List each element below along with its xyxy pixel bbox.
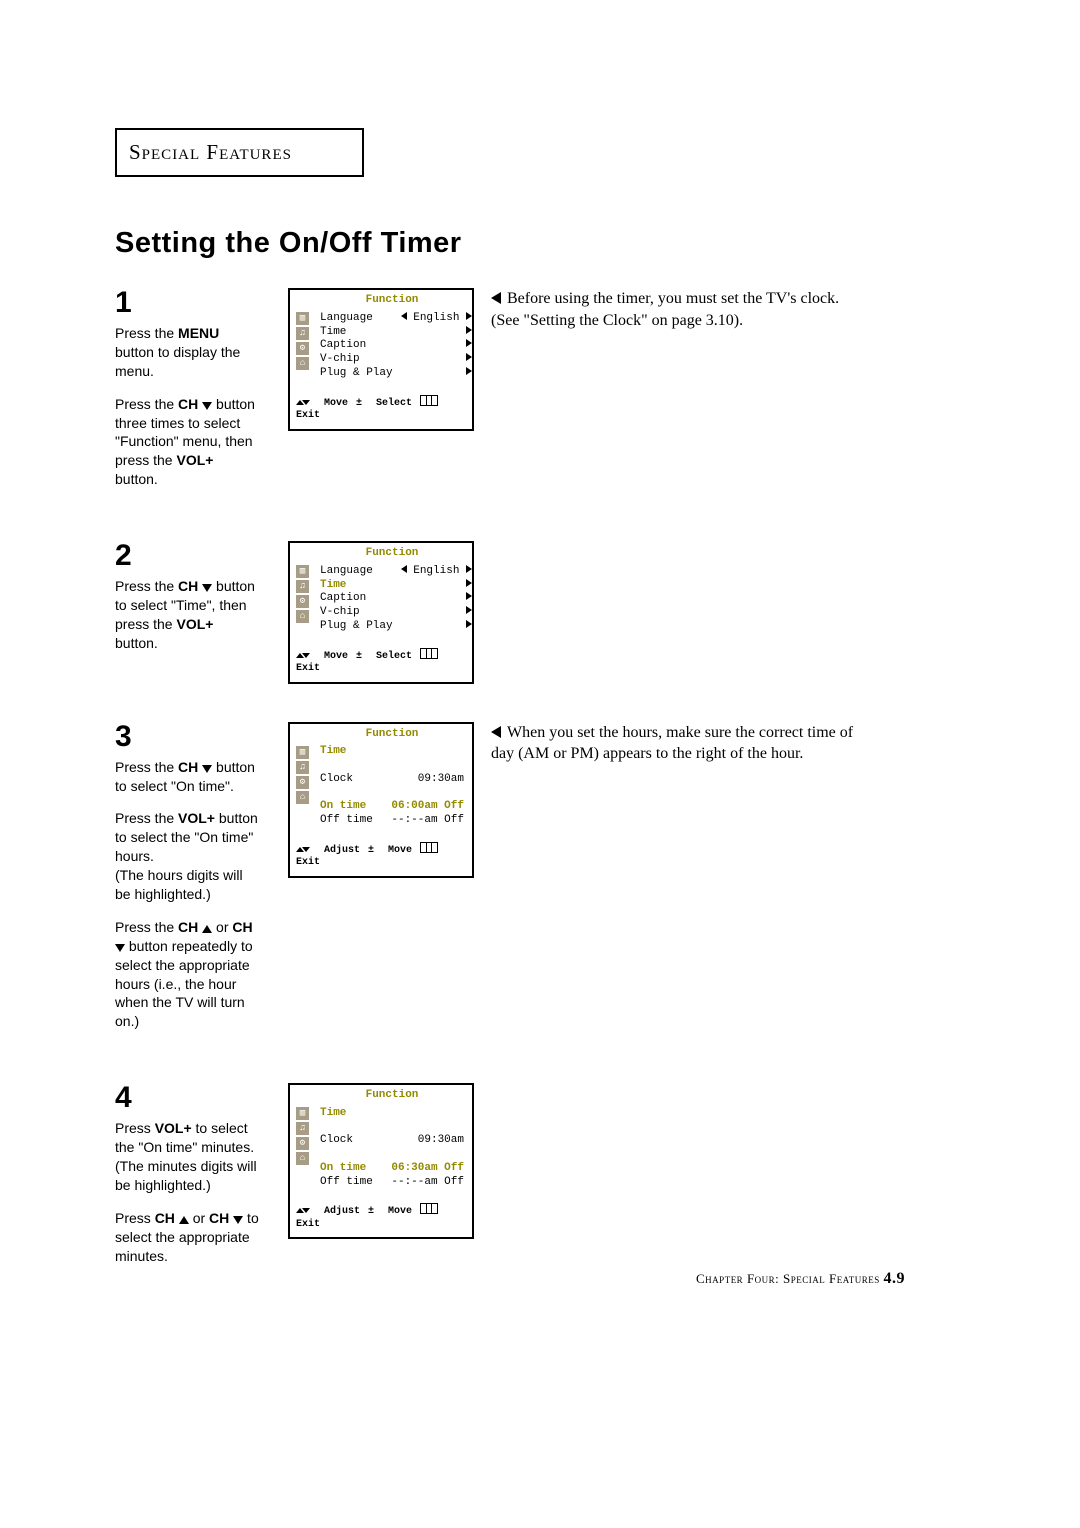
tv-menu-icon: ⌂ xyxy=(296,357,309,370)
tv-menu-icon: ⚙ xyxy=(296,342,309,355)
tv-menu-icon: ⌂ xyxy=(296,791,309,804)
page-number: 4.9 xyxy=(884,1270,906,1287)
tv-menu-table: Time Clock09:30am On time06:00am OffOff … xyxy=(318,745,466,828)
tv-title: Function xyxy=(318,294,466,308)
page: Special Features Setting the On/Off Time… xyxy=(115,128,965,1317)
tv-menu-icon: ▥ xyxy=(296,565,309,578)
step-instructions: 3 Press the CH button to select "On time… xyxy=(115,722,260,1046)
pointer-icon xyxy=(491,722,501,744)
tv-title: Function xyxy=(318,547,466,561)
steps-container: 1 Press the MENU button to display the m… xyxy=(115,288,965,1279)
tv-screenshot: ▥ ♫ ⚙ ⌂ Function Language English TimeCapti… xyxy=(288,541,474,684)
tv-footer: Move± Select Exit xyxy=(296,648,466,676)
pointer-icon xyxy=(491,288,501,310)
step-number: 3 xyxy=(115,722,260,752)
page-title: Setting the On/Off Timer xyxy=(115,227,965,260)
tv-menu-icon: ▥ xyxy=(296,1107,309,1120)
tv-screenshot: ▥ ♫ ⚙ ⌂ Function Language English TimeCapti… xyxy=(288,288,474,431)
tv-footer: Adjust± Move Exit xyxy=(296,842,466,870)
tv-footer: Adjust± Move Exit xyxy=(296,1203,466,1231)
tv-title: Function xyxy=(318,728,466,742)
tv-menu-icon: ⚙ xyxy=(296,776,309,789)
page-footer: Chapter Four: Special Features 4.9 xyxy=(0,1270,1080,1288)
tv-menu-table: Time Clock09:30am On time06:30am OffOff … xyxy=(318,1107,466,1190)
step: 2 Press the CH button to select "Time", … xyxy=(115,541,965,684)
tv-screenshot: ▥ ♫ ⚙ ⌂ Function Time Clock09:30am On time0… xyxy=(288,722,474,878)
tv-menu-icon: ♫ xyxy=(296,1122,309,1135)
footer-chapter: Chapter Four: Special Features xyxy=(696,1271,883,1286)
tv-menu-icon: ▥ xyxy=(296,312,309,325)
side-note: Before using the timer, you must set the… xyxy=(491,288,861,331)
tv-menu-table: Language English TimeCaptionV-chipPlug &… xyxy=(318,565,474,634)
tv-title: Function xyxy=(318,1089,466,1103)
step-number: 4 xyxy=(115,1083,260,1113)
step-number: 1 xyxy=(115,288,260,318)
step: 4 Press VOL+ to select the "On time" min… xyxy=(115,1083,965,1279)
section-header: Special Features xyxy=(115,128,364,177)
step-number: 2 xyxy=(115,541,260,571)
tv-menu-icon: ♫ xyxy=(296,761,309,774)
step-instructions: 2 Press the CH button to select "Time", … xyxy=(115,541,260,667)
tv-menu-icon: ▥ xyxy=(296,746,309,759)
tv-menu-icon: ⌂ xyxy=(296,1152,309,1165)
side-note: When you set the hours, make sure the co… xyxy=(491,722,861,765)
tv-menu-icon: ⚙ xyxy=(296,1137,309,1150)
step-instructions: 4 Press VOL+ to select the "On time" min… xyxy=(115,1083,260,1279)
tv-menu-icon: ⚙ xyxy=(296,595,309,608)
step: 3 Press the CH button to select "On time… xyxy=(115,722,965,1046)
step: 1 Press the MENU button to display the m… xyxy=(115,288,965,503)
step-instructions: 1 Press the MENU button to display the m… xyxy=(115,288,260,503)
tv-footer: Move± Select Exit xyxy=(296,395,466,423)
tv-menu-table: Language English TimeCaptionV-chipPlug &… xyxy=(318,312,474,381)
tv-menu-icon: ♫ xyxy=(296,327,309,340)
tv-menu-icon: ♫ xyxy=(296,580,309,593)
tv-menu-icon: ⌂ xyxy=(296,610,309,623)
tv-screenshot: ▥ ♫ ⚙ ⌂ Function Time Clock09:30am On time0… xyxy=(288,1083,474,1239)
